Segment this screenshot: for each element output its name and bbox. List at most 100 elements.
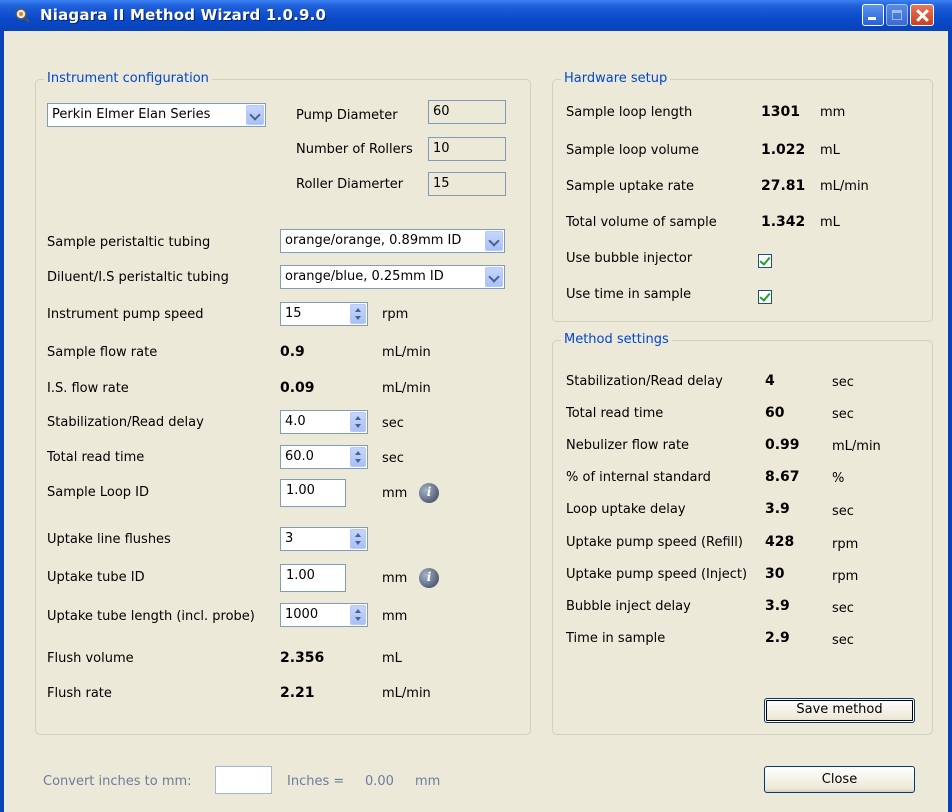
time-in-sample-label: Use time in sample (566, 287, 692, 302)
loop-volume-value: 1.022 (761, 142, 806, 158)
method-row-unit: rpm (832, 569, 859, 584)
close-window-button[interactable] (910, 4, 934, 26)
method-row-value: 8.67 (765, 469, 800, 485)
method-row-unit: mL/min (832, 439, 881, 454)
instrument-configuration-legend: Instrument configuration (44, 71, 212, 86)
flushes-stepper[interactable]: 3 (280, 527, 368, 551)
mm-result-value: 0.00 (365, 774, 394, 789)
method-row-label: Bubble inject delay (566, 599, 691, 614)
method-row-value: 3.9 (765, 501, 790, 517)
method-row-label: Loop uptake delay (566, 502, 686, 517)
tube-id-input[interactable]: 1.00 (280, 564, 346, 592)
flushes-label: Uptake line flushes (47, 532, 171, 547)
loop-length-value: 1301 (761, 104, 800, 120)
chevron-down-icon[interactable] (246, 105, 264, 125)
close-button[interactable]: Close (764, 766, 915, 793)
loop-length-label: Sample loop length (566, 105, 693, 120)
stab-delay-unit: sec (382, 416, 404, 431)
info-icon[interactable] (419, 483, 439, 503)
method-row-value: 60 (765, 405, 785, 421)
spinner-arrows-icon[interactable] (350, 605, 366, 625)
pump-speed-stepper[interactable]: 15 (280, 302, 368, 326)
number-of-rollers-field: 10 (428, 137, 506, 161)
pump-diameter-field: 60 (428, 100, 506, 124)
tube-length-label: Uptake tube length (incl. probe) (47, 609, 255, 624)
method-row-label: Uptake pump speed (Inject) (566, 567, 748, 582)
mm-result-unit: mm (415, 774, 441, 789)
loop-length-unit: mm (820, 105, 846, 120)
spinner-arrows-icon[interactable] (350, 447, 366, 467)
total-volume-unit: mL (820, 215, 840, 230)
spinner-arrows-icon[interactable] (350, 304, 366, 324)
title-bar[interactable]: Niagara II Method Wizard 1.0.9.0 (0, 0, 952, 31)
pump-speed-label: Instrument pump speed (47, 307, 204, 322)
sample-flow-label: Sample flow rate (47, 345, 158, 360)
spinner-arrows-icon[interactable] (350, 412, 366, 432)
method-row-value: 30 (765, 566, 785, 582)
method-row-value: 2.9 (765, 630, 790, 646)
total-read-label: Total read time (47, 450, 145, 465)
loop-id-input[interactable]: 1.00 (280, 479, 346, 507)
method-row-unit: sec (832, 504, 854, 519)
method-row-unit: sec (832, 601, 854, 616)
method-row-value: 428 (765, 534, 795, 550)
window-frame-left (0, 31, 4, 812)
tube-id-unit: mm (382, 571, 408, 586)
total-volume-value: 1.342 (761, 214, 806, 230)
instrument-select[interactable]: Perkin Elmer Elan Series (47, 103, 266, 127)
method-row-unit: rpm (832, 537, 859, 552)
minimize-button[interactable] (862, 4, 884, 26)
chevron-down-icon[interactable] (485, 231, 503, 251)
sample-flow-value: 0.9 (280, 344, 305, 360)
bubble-injector-checkbox[interactable] (758, 254, 772, 268)
inches-input[interactable] (215, 766, 272, 794)
sample-flow-unit: mL/min (382, 345, 431, 360)
maximize-button[interactable] (886, 4, 908, 26)
loop-volume-unit: mL (820, 143, 840, 158)
total-read-stepper[interactable]: 60.0 (280, 445, 368, 469)
method-row-label: Uptake pump speed (Refill) (566, 535, 743, 550)
roller-diameter-field: 15 (428, 172, 506, 196)
sample-tubing-label: Sample peristaltic tubing (47, 235, 211, 250)
method-row-label: % of internal standard (566, 470, 711, 485)
flush-rate-label: Flush rate (47, 686, 112, 701)
chevron-down-icon[interactable] (485, 267, 503, 287)
sample-tubing-select[interactable]: orange/orange, 0.89mm ID (280, 229, 505, 253)
save-method-button[interactable]: Save method (764, 698, 915, 723)
stab-delay-stepper[interactable]: 4.0 (280, 410, 368, 434)
convert-label: Convert inches to mm: (43, 774, 192, 789)
loop-id-label: Sample Loop ID (47, 485, 150, 500)
method-row-label: Stabilization/Read delay (566, 374, 723, 389)
method-row-label: Total read time (566, 406, 664, 421)
stab-delay-label: Stabilization/Read delay (47, 415, 204, 430)
method-row-unit: % (832, 471, 845, 486)
method-row-label: Time in sample (566, 631, 666, 646)
info-icon[interactable] (419, 568, 439, 588)
method-row-value: 4 (765, 373, 775, 389)
loop-id-unit: mm (382, 486, 408, 501)
uptake-rate-value: 27.81 (761, 178, 806, 194)
pump-speed-unit: rpm (382, 307, 409, 322)
is-flow-value: 0.09 (280, 380, 315, 396)
method-row-value: 0.99 (765, 437, 800, 453)
method-row-unit: sec (832, 633, 854, 648)
bubble-injector-label: Use bubble injector (566, 251, 693, 266)
window-frame-right (948, 31, 952, 812)
window-title: Niagara II Method Wizard 1.0.9.0 (40, 6, 327, 24)
loop-volume-label: Sample loop volume (566, 143, 699, 158)
flush-volume-label: Flush volume (47, 651, 134, 666)
total-read-unit: sec (382, 451, 404, 466)
app-icon (15, 8, 30, 23)
tube-length-unit: mm (382, 609, 408, 624)
uptake-rate-unit: mL/min (820, 179, 869, 194)
diluent-tubing-select[interactable]: orange/blue, 0.25mm ID (280, 265, 505, 289)
flush-rate-unit: mL/min (382, 686, 431, 701)
total-volume-label: Total volume of sample (566, 215, 717, 230)
pump-diameter-label: Pump Diameter (296, 108, 398, 123)
inches-equals-label: Inches = (287, 774, 345, 789)
diluent-tubing-label: Diluent/I.S peristaltic tubing (47, 270, 229, 285)
time-in-sample-checkbox[interactable] (758, 290, 772, 304)
spinner-arrows-icon[interactable] (350, 529, 366, 549)
tube-length-stepper[interactable]: 1000 (280, 603, 368, 627)
is-flow-unit: mL/min (382, 381, 431, 396)
